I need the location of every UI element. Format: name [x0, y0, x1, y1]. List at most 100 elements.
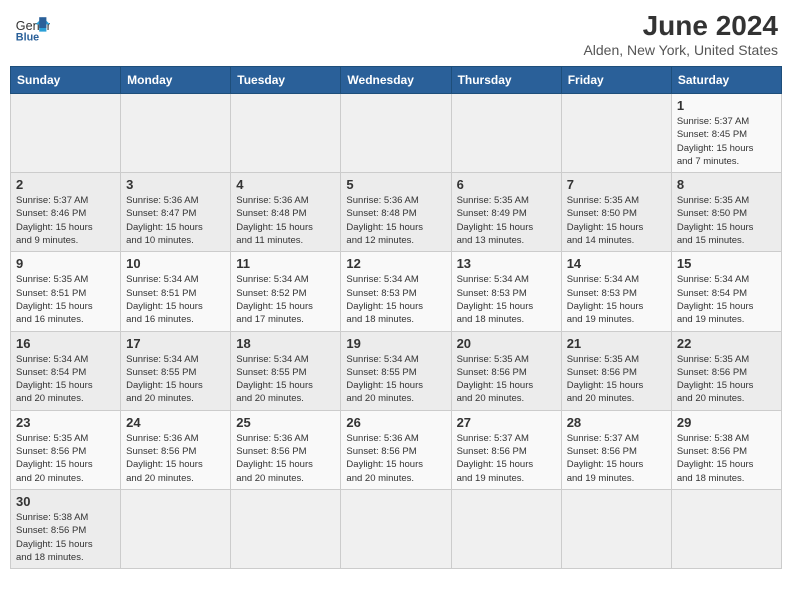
- calendar-day-cell: 1 Sunrise: 5:37 AMSunset: 8:45 PMDaylight…: [671, 94, 781, 173]
- calendar-day-cell: 29 Sunrise: 5:38 AMSunset: 8:56 PMDayligh…: [671, 410, 781, 489]
- calendar-day-cell: 19Sunrise: 5:34 AMSunset: 8:55 PMDayligh…: [341, 331, 451, 410]
- calendar-subtitle: Alden, New York, United States: [583, 42, 778, 58]
- calendar-day-cell: [561, 94, 671, 173]
- calendar-day-cell: 9 Sunrise: 5:35 AMSunset: 8:51 PMDaylight…: [11, 252, 121, 331]
- day-number: 24: [126, 415, 225, 430]
- day-info: Sunrise: 5:36 AMSunset: 8:56 PMDaylight:…: [236, 432, 335, 485]
- day-number: 29: [677, 415, 776, 430]
- calendar-day-cell: 23Sunrise: 5:35 AMSunset: 8:56 PMDayligh…: [11, 410, 121, 489]
- calendar-day-cell: [11, 94, 121, 173]
- calendar-day-cell: 14 Sunrise: 5:34 AMSunset: 8:53 PMDayligh…: [561, 252, 671, 331]
- day-info: Sunrise: 5:34 AMSunset: 8:54 PMDaylight:…: [677, 273, 776, 326]
- calendar-day-cell: 25 Sunrise: 5:36 AMSunset: 8:56 PMDayligh…: [231, 410, 341, 489]
- day-info: Sunrise: 5:34 AMSunset: 8:55 PMDaylight:…: [126, 353, 225, 406]
- day-info: Sunrise: 5:35 AMSunset: 8:49 PMDaylight:…: [457, 194, 556, 247]
- calendar-day-cell: 20 Sunrise: 5:35 AMSunset: 8:56 PMDayligh…: [451, 331, 561, 410]
- day-number: 15: [677, 256, 776, 271]
- calendar-day-cell: [451, 94, 561, 173]
- day-info: Sunrise: 5:37 AMSunset: 8:45 PMDaylight:…: [677, 115, 776, 168]
- weekday-header: Tuesday: [231, 67, 341, 94]
- weekday-header-row: SundayMondayTuesdayWednesdayThursdayFrid…: [11, 67, 782, 94]
- calendar-day-cell: 16 Sunrise: 5:34 AMSunset: 8:54 PMDayligh…: [11, 331, 121, 410]
- calendar-day-cell: 2Sunrise: 5:37 AMSunset: 8:46 PMDaylight…: [11, 173, 121, 252]
- day-info: Sunrise: 5:34 AMSunset: 8:54 PMDaylight:…: [16, 353, 115, 406]
- day-number: 16: [16, 336, 115, 351]
- calendar-day-cell: [451, 489, 561, 568]
- calendar-week-row: 9 Sunrise: 5:35 AMSunset: 8:51 PMDaylight…: [11, 252, 782, 331]
- day-info: Sunrise: 5:37 AMSunset: 8:56 PMDaylight:…: [567, 432, 666, 485]
- day-info: Sunrise: 5:36 AMSunset: 8:56 PMDaylight:…: [126, 432, 225, 485]
- svg-text:Blue: Blue: [16, 32, 39, 44]
- day-info: Sunrise: 5:35 AMSunset: 8:51 PMDaylight:…: [16, 273, 115, 326]
- weekday-header: Wednesday: [341, 67, 451, 94]
- day-number: 25: [236, 415, 335, 430]
- calendar-day-cell: 15 Sunrise: 5:34 AMSunset: 8:54 PMDayligh…: [671, 252, 781, 331]
- header: General Blue June 2024 Alden, New York, …: [10, 10, 782, 58]
- weekday-header: Monday: [121, 67, 231, 94]
- day-info: Sunrise: 5:34 AMSunset: 8:53 PMDaylight:…: [457, 273, 556, 326]
- calendar-day-cell: 26Sunrise: 5:36 AMSunset: 8:56 PMDayligh…: [341, 410, 451, 489]
- calendar-day-cell: 21 Sunrise: 5:35 AMSunset: 8:56 PMDayligh…: [561, 331, 671, 410]
- day-number: 27: [457, 415, 556, 430]
- day-info: Sunrise: 5:36 AMSunset: 8:48 PMDaylight:…: [236, 194, 335, 247]
- logo-icon: General Blue: [14, 10, 50, 46]
- day-number: 3: [126, 177, 225, 192]
- day-number: 13: [457, 256, 556, 271]
- day-info: Sunrise: 5:35 AMSunset: 8:56 PMDaylight:…: [16, 432, 115, 485]
- day-info: Sunrise: 5:34 AMSunset: 8:52 PMDaylight:…: [236, 273, 335, 326]
- day-number: 4: [236, 177, 335, 192]
- calendar-day-cell: [231, 94, 341, 173]
- day-number: 28: [567, 415, 666, 430]
- day-number: 30: [16, 494, 115, 509]
- day-number: 10: [126, 256, 225, 271]
- day-info: Sunrise: 5:36 AMSunset: 8:56 PMDaylight:…: [346, 432, 445, 485]
- day-number: 12: [346, 256, 445, 271]
- calendar-week-row: 16 Sunrise: 5:34 AMSunset: 8:54 PMDayligh…: [11, 331, 782, 410]
- calendar-day-cell: 12 Sunrise: 5:34 AMSunset: 8:53 PMDayligh…: [341, 252, 451, 331]
- calendar-week-row: 2Sunrise: 5:37 AMSunset: 8:46 PMDaylight…: [11, 173, 782, 252]
- day-number: 18: [236, 336, 335, 351]
- day-info: Sunrise: 5:34 AMSunset: 8:53 PMDaylight:…: [346, 273, 445, 326]
- day-number: 1: [677, 98, 776, 113]
- calendar-week-row: 30 Sunrise: 5:38 AMSunset: 8:56 PMDayligh…: [11, 489, 782, 568]
- calendar-week-row: 23Sunrise: 5:35 AMSunset: 8:56 PMDayligh…: [11, 410, 782, 489]
- day-info: Sunrise: 5:35 AMSunset: 8:56 PMDaylight:…: [457, 353, 556, 406]
- day-info: Sunrise: 5:34 AMSunset: 8:53 PMDaylight:…: [567, 273, 666, 326]
- day-info: Sunrise: 5:35 AMSunset: 8:56 PMDaylight:…: [567, 353, 666, 406]
- calendar-title: June 2024: [583, 10, 778, 42]
- day-info: Sunrise: 5:38 AMSunset: 8:56 PMDaylight:…: [677, 432, 776, 485]
- day-info: Sunrise: 5:34 AMSunset: 8:51 PMDaylight:…: [126, 273, 225, 326]
- weekday-header: Thursday: [451, 67, 561, 94]
- calendar-day-cell: [561, 489, 671, 568]
- day-info: Sunrise: 5:37 AMSunset: 8:46 PMDaylight:…: [16, 194, 115, 247]
- calendar-day-cell: 4 Sunrise: 5:36 AMSunset: 8:48 PMDaylight…: [231, 173, 341, 252]
- calendar-day-cell: [121, 489, 231, 568]
- calendar-day-cell: 28 Sunrise: 5:37 AMSunset: 8:56 PMDayligh…: [561, 410, 671, 489]
- day-number: 21: [567, 336, 666, 351]
- day-info: Sunrise: 5:35 AMSunset: 8:56 PMDaylight:…: [677, 353, 776, 406]
- day-info: Sunrise: 5:38 AMSunset: 8:56 PMDaylight:…: [16, 511, 115, 564]
- calendar-day-cell: 3 Sunrise: 5:36 AMSunset: 8:47 PMDaylight…: [121, 173, 231, 252]
- calendar-day-cell: 30 Sunrise: 5:38 AMSunset: 8:56 PMDayligh…: [11, 489, 121, 568]
- calendar-day-cell: 7Sunrise: 5:35 AMSunset: 8:50 PMDaylight…: [561, 173, 671, 252]
- calendar-day-cell: [671, 489, 781, 568]
- calendar-day-cell: 27Sunrise: 5:37 AMSunset: 8:56 PMDayligh…: [451, 410, 561, 489]
- title-area: June 2024 Alden, New York, United States: [583, 10, 778, 58]
- logo: General Blue: [14, 10, 50, 46]
- weekday-header: Sunday: [11, 67, 121, 94]
- day-info: Sunrise: 5:36 AMSunset: 8:47 PMDaylight:…: [126, 194, 225, 247]
- day-number: 14: [567, 256, 666, 271]
- calendar-day-cell: 5Sunrise: 5:36 AMSunset: 8:48 PMDaylight…: [341, 173, 451, 252]
- calendar-day-cell: 10 Sunrise: 5:34 AMSunset: 8:51 PMDayligh…: [121, 252, 231, 331]
- calendar-day-cell: [341, 489, 451, 568]
- day-number: 20: [457, 336, 556, 351]
- calendar-day-cell: [231, 489, 341, 568]
- calendar-day-cell: 6Sunrise: 5:35 AMSunset: 8:49 PMDaylight…: [451, 173, 561, 252]
- day-number: 17: [126, 336, 225, 351]
- day-number: 19: [346, 336, 445, 351]
- day-number: 9: [16, 256, 115, 271]
- calendar-table: SundayMondayTuesdayWednesdayThursdayFrid…: [10, 66, 782, 569]
- calendar-week-row: 1 Sunrise: 5:37 AMSunset: 8:45 PMDaylight…: [11, 94, 782, 173]
- calendar-day-cell: [341, 94, 451, 173]
- calendar-day-cell: 13 Sunrise: 5:34 AMSunset: 8:53 PMDayligh…: [451, 252, 561, 331]
